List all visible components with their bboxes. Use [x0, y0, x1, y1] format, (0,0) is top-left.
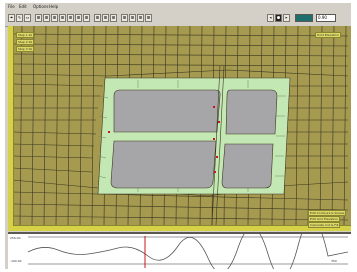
record-icon[interactable]: ● — [275, 14, 282, 22]
profile-panel[interactable]: 256.00 -100.00 350 — [8, 232, 351, 271]
status-field — [295, 14, 313, 22]
tool-button-16[interactable]: ⊞ — [137, 14, 144, 22]
profile-right-label: 350 — [331, 259, 337, 263]
menu-edit[interactable]: Edit — [19, 4, 27, 9]
tool-button-11[interactable]: ⊞ — [94, 14, 101, 22]
menu-file[interactable]: File — [8, 4, 15, 9]
tool-button-13[interactable]: ⊞ — [110, 14, 117, 22]
app-window: File Edit Options Help ⌖ ✎ ▭ ⊞ ⊞ ⊞ ⊞ ⊞ ⊞… — [5, 3, 351, 271]
building-block-4 — [221, 143, 274, 189]
grading-viewport[interactable]: Step 1 lbl Step 2 lbl Step 3 lbl Hold El… — [8, 26, 351, 231]
building-block-1 — [113, 89, 221, 133]
tool-button-12[interactable]: ⊞ — [102, 14, 109, 22]
menu-help[interactable]: Help — [49, 4, 58, 9]
tool-button-10[interactable]: ⊞ — [83, 14, 90, 22]
tool-button-1[interactable]: ⌖ — [8, 14, 15, 22]
zoom-field[interactable]: 0.90 — [316, 14, 336, 22]
hold-elevation-label[interactable]: Hold Elevation — [315, 32, 341, 38]
tool-button-5[interactable]: ⊞ — [43, 14, 50, 22]
tool-button-2[interactable]: ✎ — [16, 14, 23, 22]
tool-button-8[interactable]: ⊞ — [67, 14, 74, 22]
step-label-3[interactable]: Step 3 lbl — [16, 46, 35, 52]
profile-top-label: 256.00 — [10, 236, 21, 240]
tool-button-17[interactable]: ⊞ — [145, 14, 152, 22]
tool-button-6[interactable]: ⊞ — [51, 14, 58, 22]
building-block-3 — [110, 140, 217, 189]
profile-bottom-label: -100.00 — [10, 259, 22, 263]
vertical-ruler — [8, 26, 14, 231]
horizontal-ruler — [13, 225, 351, 231]
toolbar: ⌖ ✎ ▭ ⊞ ⊞ ⊞ ⊞ ⊞ ⊞ ⊞ ⊞ ⊞ ⊞ ⊞ ⊞ ⊞ ⊞ ◂ ● ▸ … — [5, 12, 351, 27]
nav-left-icon[interactable]: ◂ — [267, 14, 274, 22]
nav-right-icon[interactable]: ▸ — [283, 14, 290, 22]
building-block-2 — [225, 89, 278, 135]
terrain-map — [8, 26, 351, 231]
tool-button-14[interactable]: ⊞ — [121, 14, 128, 22]
action-label-3[interactable]: Calculate Cut & Fill — [308, 222, 341, 228]
menu-bar: File Edit Options Help — [5, 3, 351, 12]
tool-button-15[interactable]: ⊞ — [129, 14, 136, 22]
step-label-2[interactable]: Step 2 lbl — [16, 39, 35, 45]
menu-options[interactable]: Options — [33, 4, 48, 9]
elevation-profile — [8, 234, 351, 269]
tool-button-9[interactable]: ⊞ — [75, 14, 82, 22]
step-label-1[interactable]: Step 1 lbl — [16, 32, 35, 38]
tool-button-7[interactable]: ⊞ — [59, 14, 66, 22]
tool-button-3[interactable]: ▭ — [24, 14, 31, 22]
tool-button-4[interactable]: ⊞ — [35, 14, 42, 22]
